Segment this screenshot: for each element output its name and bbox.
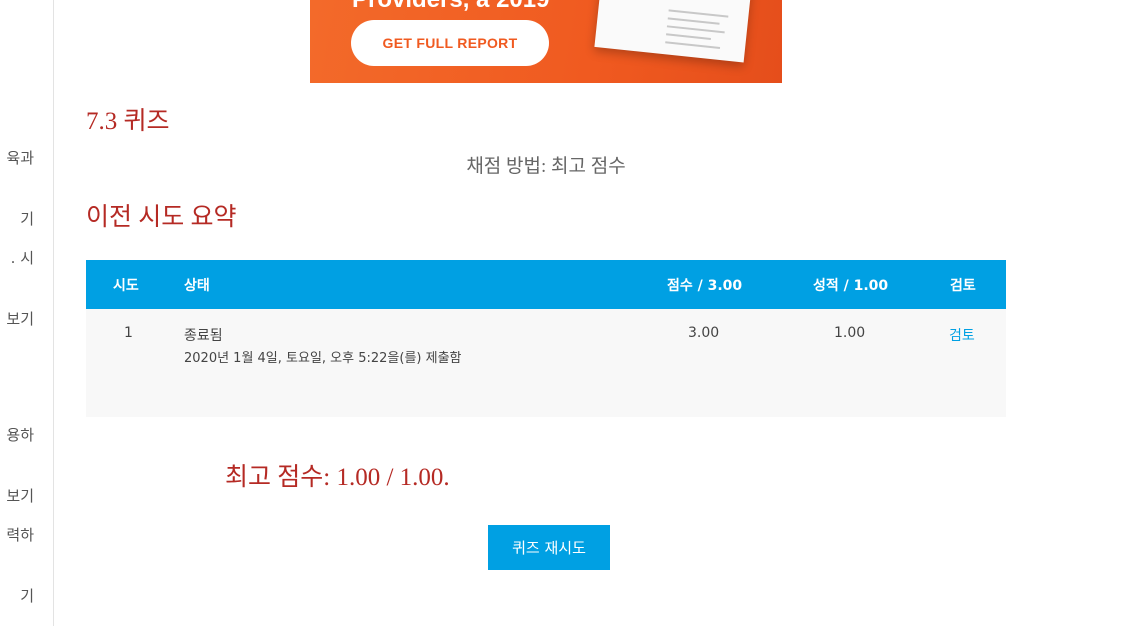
column-header-status: 상태 xyxy=(184,278,210,294)
attempt-number: 1 xyxy=(124,325,133,341)
get-full-report-button[interactable]: GET FULL REPORT xyxy=(351,20,549,66)
ad-banner[interactable]: Providers, a 2019 GET FULL REPORT xyxy=(310,0,782,83)
attempts-table: 시도 상태 점수 / 3.00 성적 / 1.00 검토 1 종료됨 2020년… xyxy=(86,260,1006,417)
left-sidebar: 육과 기 . 시 보기 용하 보기 력하 기 xyxy=(0,0,54,626)
column-header-attempt: 시도 xyxy=(113,278,139,294)
review-link[interactable]: 검토 xyxy=(949,325,975,345)
attempt-grade: 1.00 xyxy=(834,325,866,341)
table-header: 시도 상태 점수 / 3.00 성적 / 1.00 검토 xyxy=(86,260,1006,309)
column-header-marks: 점수 / 3.00 xyxy=(667,278,743,294)
sidebar-item[interactable]: 용하 xyxy=(6,425,34,445)
table-row: 1 종료됨 2020년 1월 4일, 토요일, 오후 5:22을(를) 제출함 … xyxy=(86,309,1006,417)
grading-method: 채점 방법: 최고 점수 xyxy=(466,156,626,177)
sidebar-item[interactable]: 육과 xyxy=(6,148,34,168)
sidebar-item[interactable]: 력하 xyxy=(6,525,34,545)
attempt-marks: 3.00 xyxy=(688,325,720,341)
summary-heading: 이전 시도 요약 xyxy=(86,204,237,231)
report-preview-image xyxy=(594,0,756,63)
sidebar-item[interactable]: . 시 xyxy=(11,248,34,268)
attempt-status: 종료됨 xyxy=(184,328,223,344)
page-title: 7.3 퀴즈 xyxy=(86,108,170,135)
sidebar-item[interactable]: 기 xyxy=(20,209,34,229)
sidebar-item[interactable]: 보기 xyxy=(6,309,34,329)
column-header-grade: 성적 / 1.00 xyxy=(813,278,889,294)
submitted-time: 2020년 1월 4일, 토요일, 오후 5:22을(를) 제출함 xyxy=(184,351,462,366)
sidebar-item[interactable]: 보기 xyxy=(6,486,34,506)
banner-headline: Providers, a 2019 xyxy=(352,0,549,14)
sidebar-item[interactable]: 기 xyxy=(20,586,34,606)
column-header-review: 검토 xyxy=(950,278,976,294)
best-grade: 최고 점수: 1.00 / 1.00. xyxy=(225,464,450,491)
retry-quiz-button[interactable]: 퀴즈 재시도 xyxy=(488,525,610,570)
